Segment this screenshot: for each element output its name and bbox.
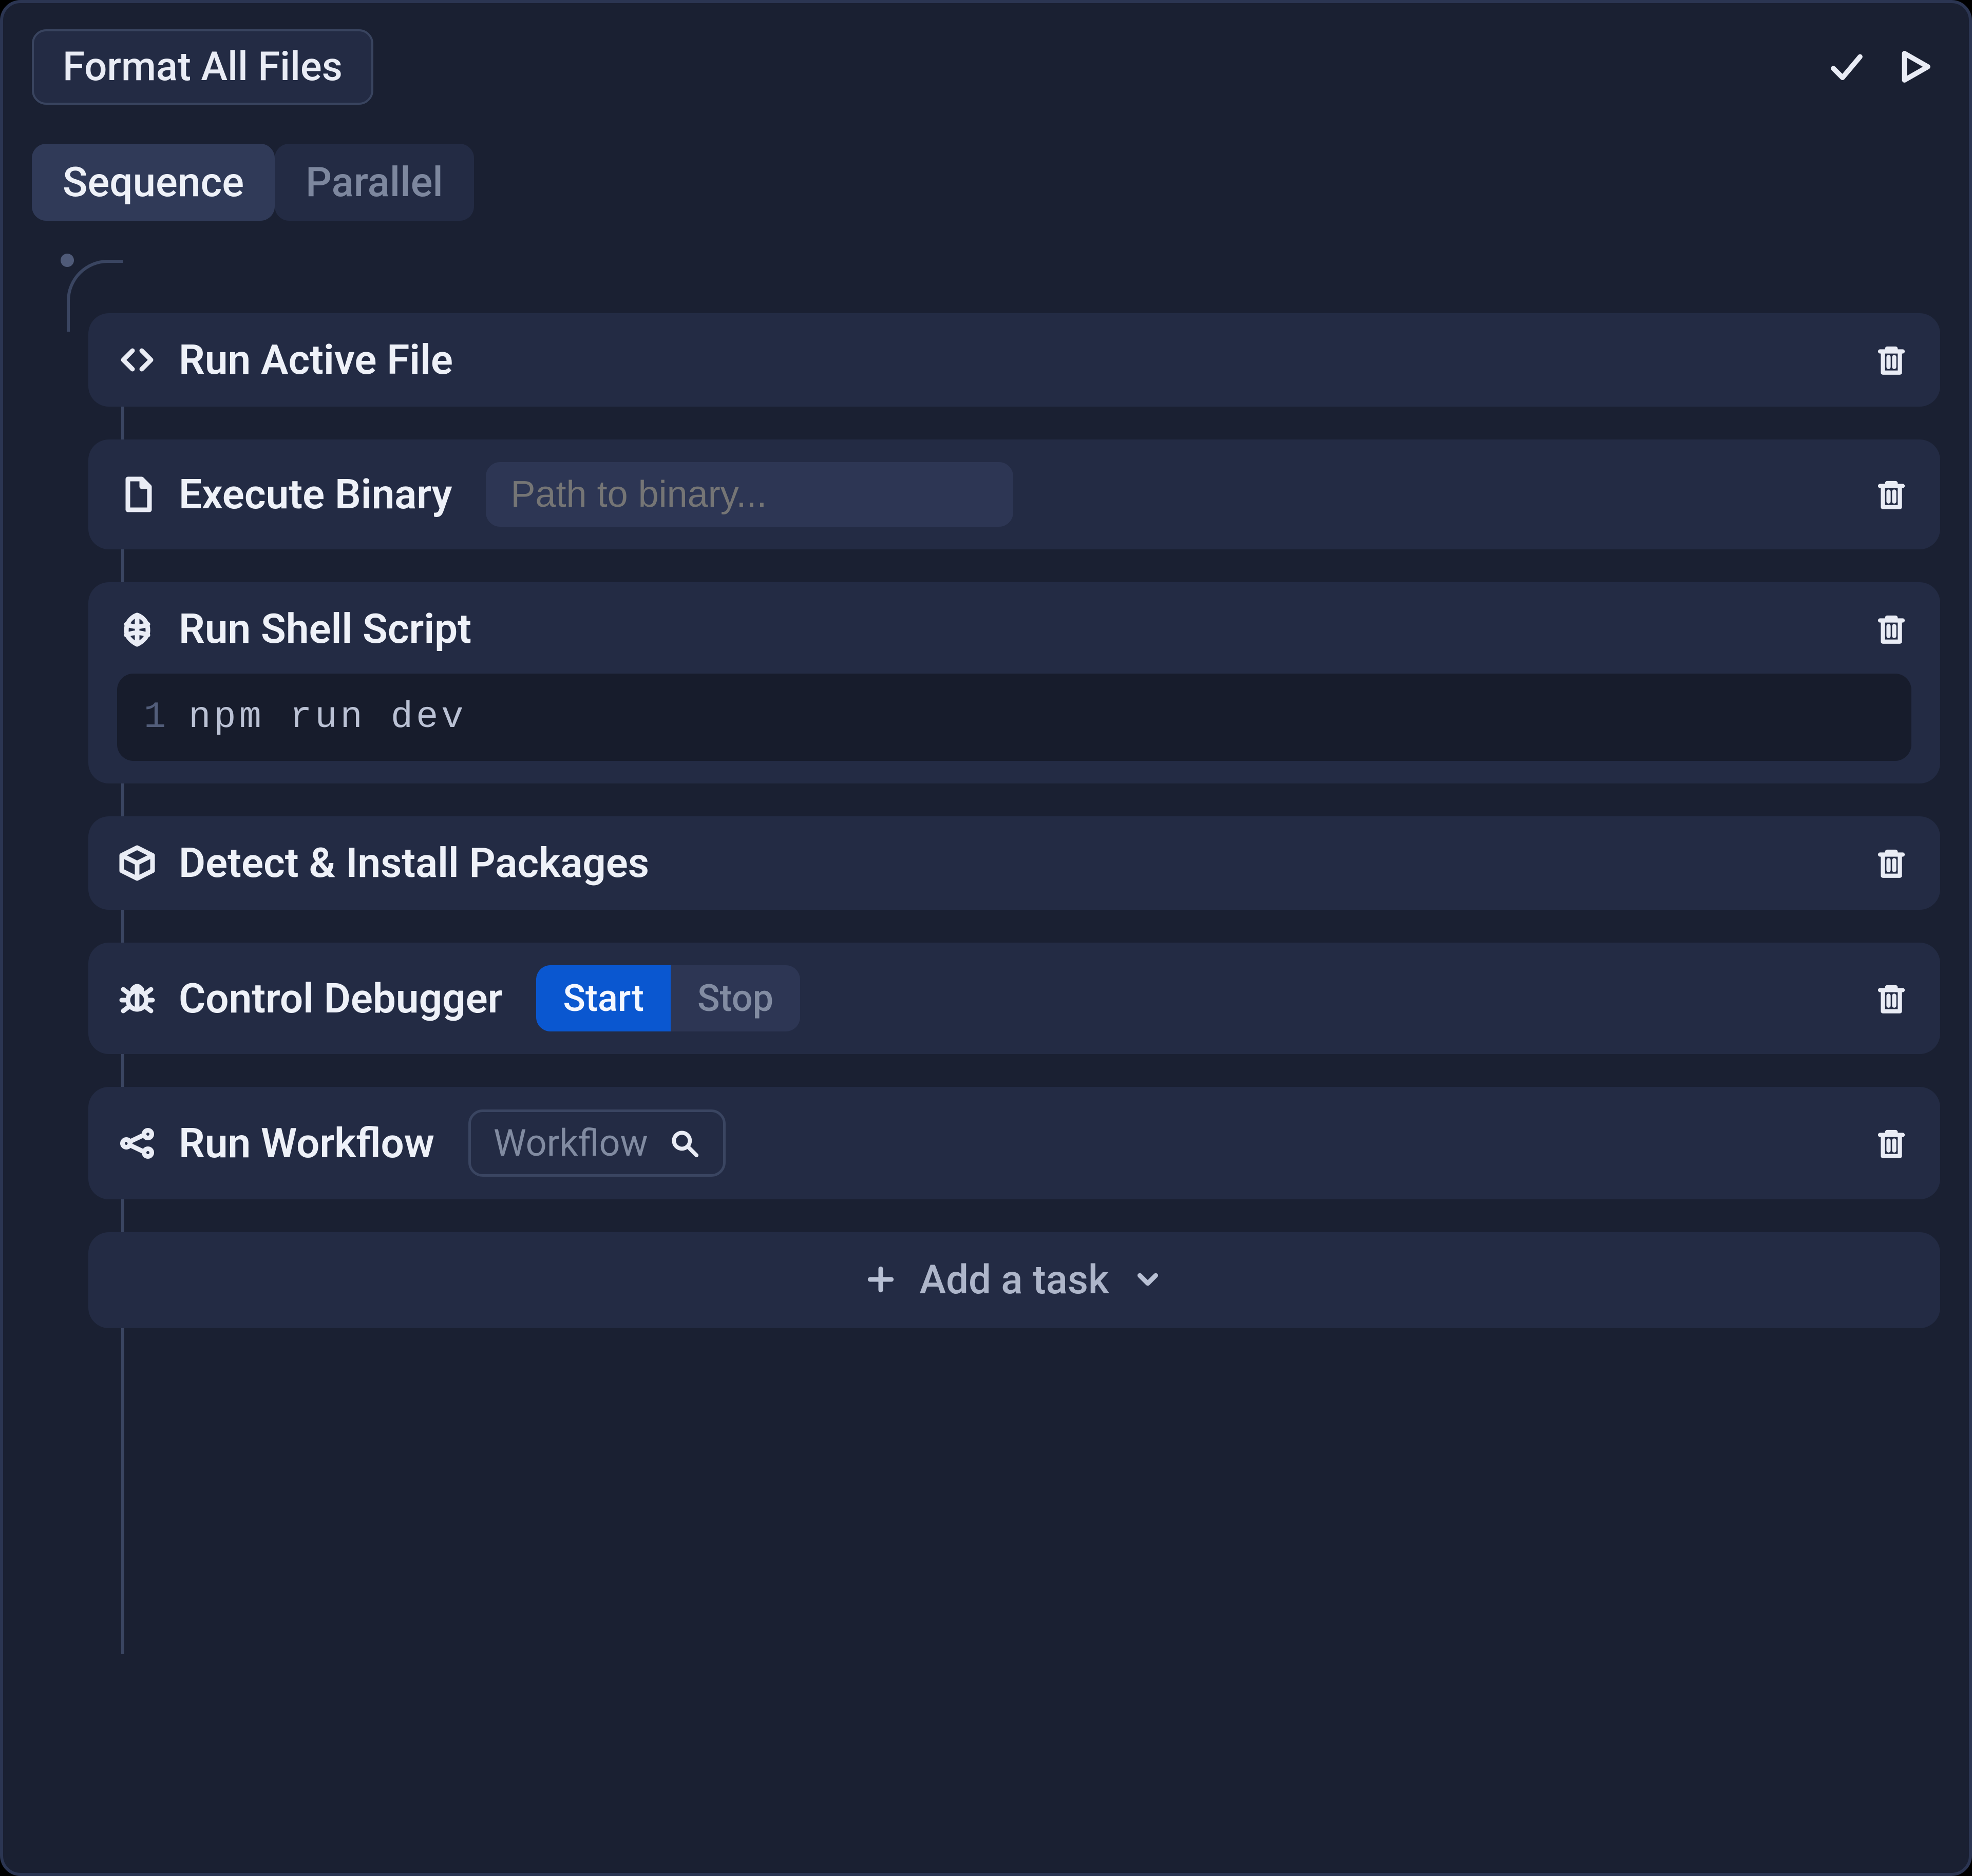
- task-title: Run Active File: [179, 336, 453, 384]
- shell-icon: [117, 609, 157, 649]
- task-title: Execute Binary: [179, 470, 452, 519]
- task-run-active-file[interactable]: Run Active File: [88, 313, 1940, 407]
- workflow-editor-panel: Format All Files Sequence Parallel Run A…: [0, 0, 1972, 1876]
- search-icon: [669, 1127, 700, 1159]
- debugger-segments: Start Stop: [536, 965, 800, 1031]
- plus-icon: [865, 1264, 897, 1297]
- confirm-icon[interactable]: [1821, 41, 1872, 92]
- task-execute-binary[interactable]: Execute Binary: [88, 439, 1940, 549]
- shell-code-editor[interactable]: 1 npm run dev: [117, 674, 1911, 761]
- shell-code-text: npm run dev: [188, 696, 466, 738]
- task-list: Run Active File Execute Binary: [32, 257, 1940, 1328]
- workflow-selector[interactable]: Workflow: [468, 1109, 726, 1177]
- task-control-debugger[interactable]: Control Debugger Start Stop: [88, 943, 1940, 1054]
- code-icon: [117, 340, 157, 380]
- task-title: Detect & Install Packages: [179, 839, 649, 887]
- file-icon: [117, 474, 157, 514]
- trash-icon[interactable]: [1871, 474, 1911, 514]
- task-run-workflow[interactable]: Run Workflow Workflow: [88, 1087, 1940, 1199]
- add-task-label: Add a task: [919, 1257, 1109, 1304]
- play-icon[interactable]: [1889, 41, 1940, 92]
- add-task-button[interactable]: Add a task: [88, 1232, 1940, 1328]
- line-number: 1: [144, 696, 166, 738]
- binary-path-input[interactable]: [486, 462, 1013, 527]
- mode-tabs: Sequence Parallel: [32, 144, 1940, 221]
- tab-sequence[interactable]: Sequence: [32, 144, 275, 221]
- header: Format All Files: [32, 26, 1940, 108]
- segment-stop[interactable]: Stop: [671, 965, 800, 1031]
- trash-icon[interactable]: [1871, 1123, 1911, 1163]
- task-title: Run Workflow: [179, 1119, 434, 1167]
- segment-start[interactable]: Start: [536, 965, 671, 1031]
- workflow-title-chip[interactable]: Format All Files: [32, 29, 373, 105]
- bug-icon: [117, 979, 157, 1019]
- trash-icon[interactable]: [1871, 609, 1911, 649]
- flow-area: Run Active File Execute Binary: [32, 257, 1940, 1844]
- workflow-icon: [117, 1123, 157, 1163]
- task-title: Control Debugger: [179, 974, 502, 1023]
- cube-icon: [117, 843, 157, 883]
- trash-icon[interactable]: [1871, 843, 1911, 883]
- task-title: Run Shell Script: [179, 605, 471, 653]
- task-run-shell[interactable]: Run Shell Script 1 npm run dev: [88, 582, 1940, 783]
- trash-icon[interactable]: [1871, 340, 1911, 380]
- task-detect-install[interactable]: Detect & Install Packages: [88, 816, 1940, 910]
- workflow-placeholder: Workflow: [494, 1121, 648, 1165]
- trash-icon[interactable]: [1871, 979, 1911, 1019]
- chevron-down-icon: [1132, 1264, 1164, 1297]
- tab-parallel[interactable]: Parallel: [275, 144, 474, 221]
